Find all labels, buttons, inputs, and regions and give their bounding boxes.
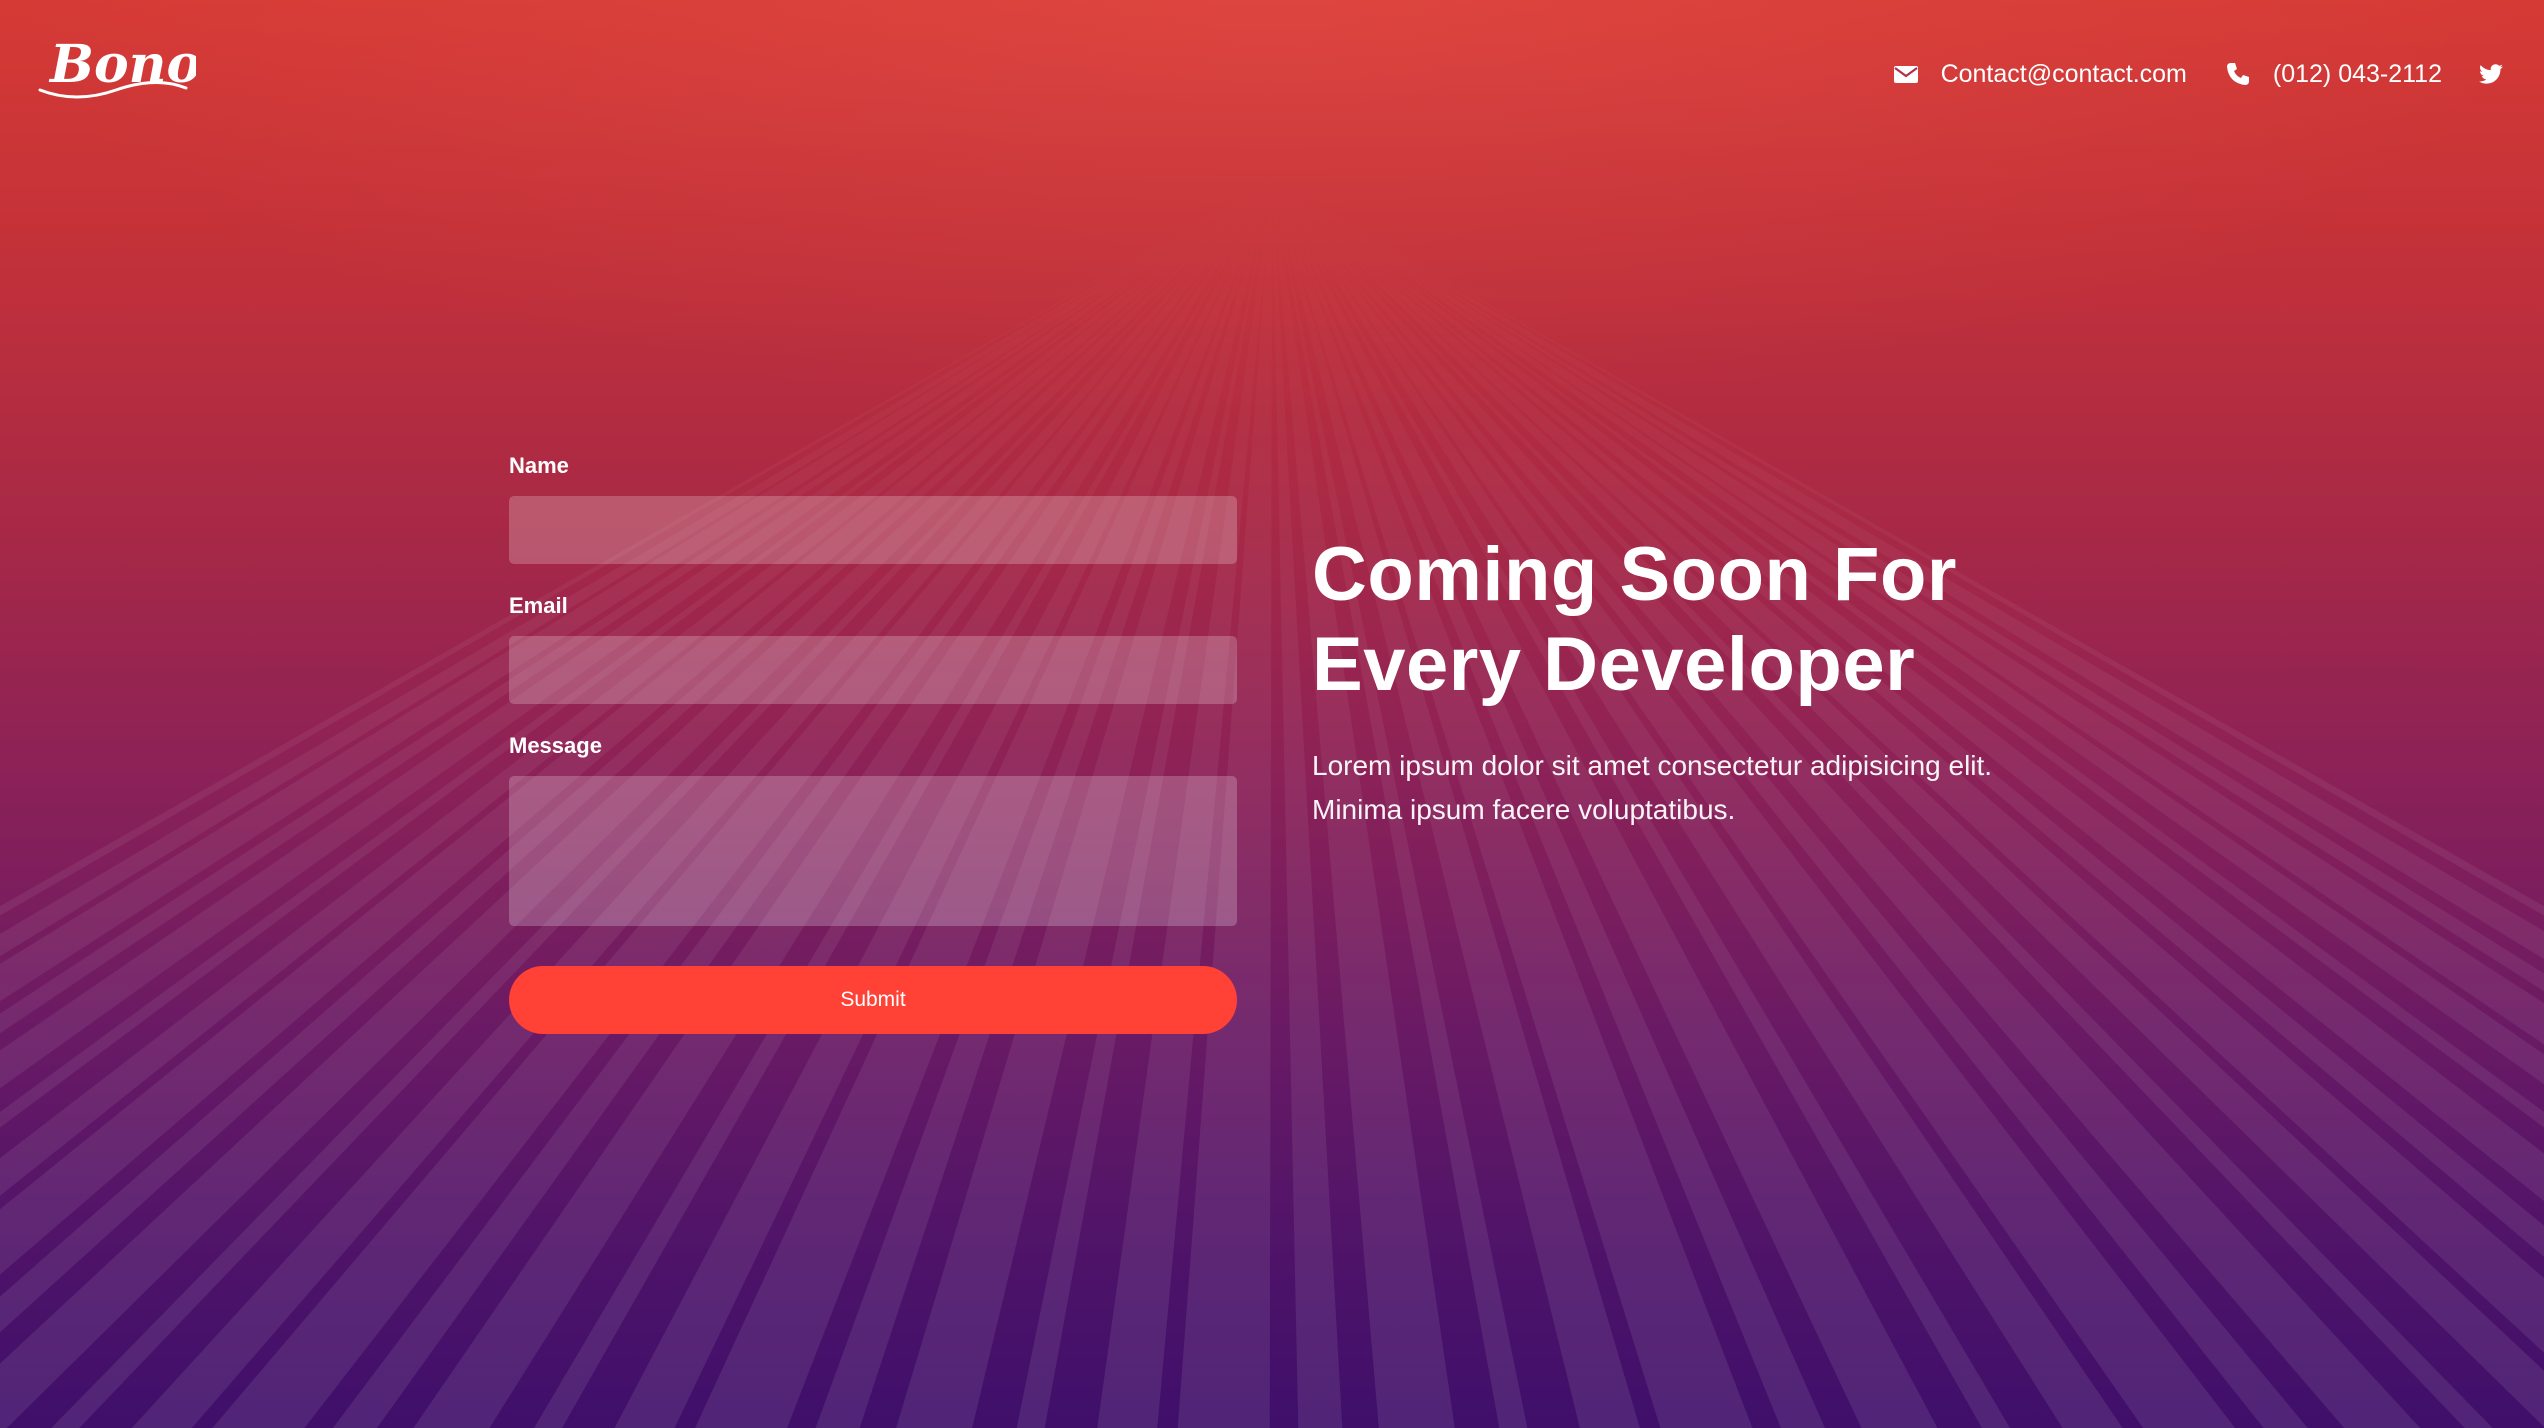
message-textarea[interactable]: [509, 776, 1237, 926]
twitter-icon: [2478, 61, 2504, 87]
hero-description: Lorem ipsum dolor sit amet consectetur a…: [1312, 750, 1993, 825]
name-input[interactable]: [509, 496, 1237, 564]
phone-text: (012) 043-2112: [2272, 59, 2442, 88]
svg-text:Bono: Bono: [48, 34, 196, 95]
email-text: Contact@contact.com: [1940, 59, 2187, 88]
hero-section: Coming Soon For Every Developer Lorem ip…: [1312, 530, 2132, 832]
phone-link[interactable]: (012) 043-2112: [2225, 60, 2442, 89]
twitter-link[interactable]: [2478, 61, 2504, 87]
bono-logo[interactable]: Bono: [36, 28, 201, 108]
envelope-icon: [1893, 61, 1919, 87]
header-contact-bar: Contact@contact.com (012) 043-2112: [1893, 52, 2504, 96]
email-input[interactable]: [509, 636, 1237, 704]
background-rays: [0, 180, 2544, 1428]
name-label: Name: [509, 453, 569, 478]
phone-icon: [2225, 61, 2251, 87]
submit-button[interactable]: Submit: [509, 966, 1237, 1034]
message-label: Message: [509, 733, 602, 758]
contact-form: Name Email Message Submit: [509, 452, 1237, 1034]
email-label: Email: [509, 593, 568, 618]
hero-title: Coming Soon For Every Developer: [1312, 532, 1957, 707]
email-link[interactable]: Contact@contact.com: [1893, 60, 2187, 89]
